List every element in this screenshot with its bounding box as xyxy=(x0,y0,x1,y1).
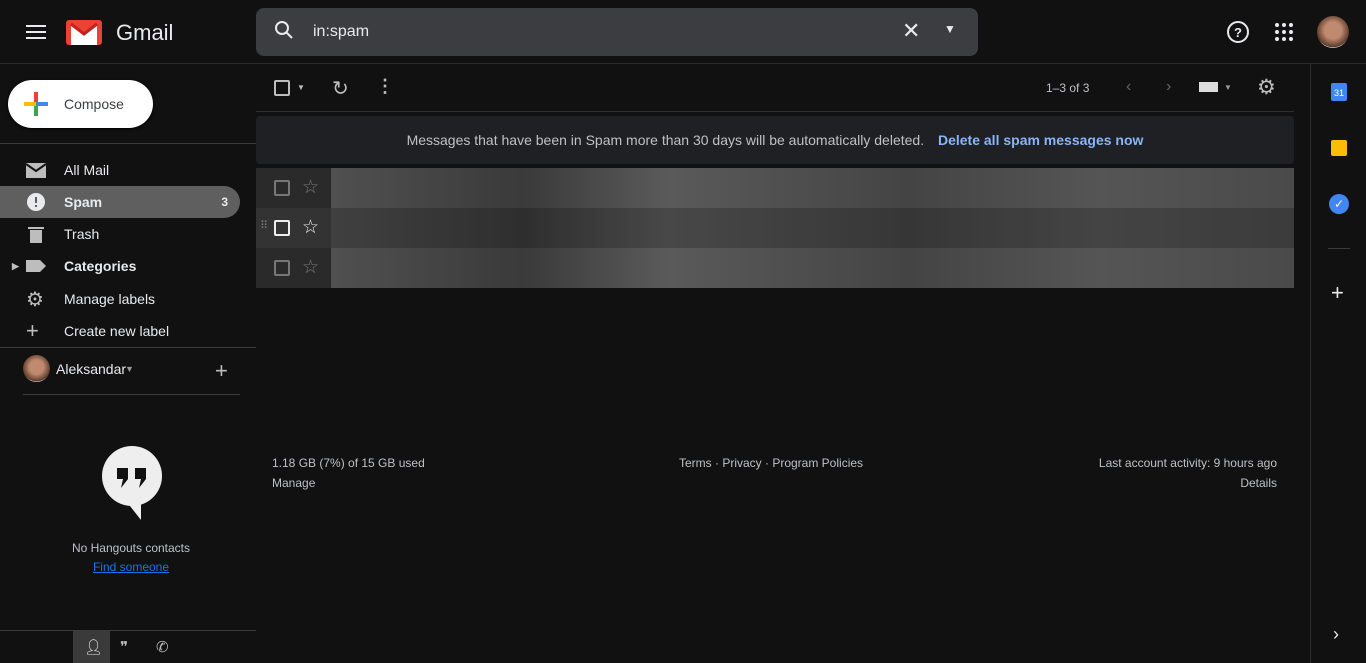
plus-icon xyxy=(24,92,48,116)
compose-label: Compose xyxy=(64,96,124,112)
get-addons-icon[interactable]: + xyxy=(1331,280,1344,306)
policy-links[interactable]: Terms · Privacy · Program Policies xyxy=(679,456,863,470)
conversations-tab-icon[interactable]: ❞ xyxy=(120,638,128,656)
sidebar-item-all-mail[interactable]: All Mail xyxy=(0,154,240,186)
clear-search-icon[interactable]: ✕ xyxy=(902,18,920,44)
sidebar-item-label: Spam xyxy=(64,194,103,210)
top-bar: Gmail in:spam ✕ ▼ ? xyxy=(0,0,1366,64)
email-row[interactable]: ☆ xyxy=(256,168,1294,208)
unread-count: 3 xyxy=(221,195,228,209)
delete-all-spam-link[interactable]: Delete all spam messages now xyxy=(938,132,1143,148)
star-icon[interactable]: ☆ xyxy=(302,176,319,199)
row-checkbox[interactable] xyxy=(274,260,290,276)
row-checkbox[interactable] xyxy=(274,180,290,196)
storage-usage: 1.18 GB (7%) of 15 GB used xyxy=(272,456,425,470)
sidebar-item-manage-labels[interactable]: ⚙ Manage labels xyxy=(0,283,240,315)
banner-text: Messages that have been in Spam more tha… xyxy=(406,132,925,148)
plus-icon: + xyxy=(26,318,39,343)
more-icon[interactable]: ⋮ xyxy=(376,76,394,97)
app-name: Gmail xyxy=(116,20,174,45)
divider xyxy=(0,347,256,348)
side-panel-divider xyxy=(1310,64,1311,663)
select-dropdown-icon[interactable]: ▼ xyxy=(297,83,305,92)
divider xyxy=(1328,248,1350,249)
phone-icon[interactable]: ✆ xyxy=(156,638,169,656)
sidebar-item-create-label[interactable]: + Create new label xyxy=(0,315,240,347)
sidebar-item-label: All Mail xyxy=(64,162,110,178)
email-row[interactable]: ☆ xyxy=(256,248,1294,288)
blurred-message xyxy=(331,168,1294,208)
trash-icon xyxy=(28,227,44,243)
details-link[interactable]: Details xyxy=(1240,476,1277,490)
search-input[interactable]: in:spam xyxy=(313,23,369,41)
sidebar-item-label: Create new label xyxy=(64,323,170,339)
chevron-down-icon[interactable]: ▼ xyxy=(125,364,134,374)
search-icon[interactable] xyxy=(274,20,294,40)
gmail-logo[interactable] xyxy=(66,18,102,49)
sidebar-item-label: Categories xyxy=(64,258,137,274)
person-icon: 👤︎ xyxy=(84,639,104,656)
sidebar-item-spam[interactable]: Spam 3 xyxy=(0,186,240,218)
hangouts-icon xyxy=(102,446,162,520)
settings-gear-icon[interactable]: ⚙ xyxy=(1257,75,1276,100)
expand-panel-icon[interactable]: › xyxy=(1333,624,1339,645)
account-avatar[interactable] xyxy=(1317,16,1349,48)
divider xyxy=(23,394,240,395)
mail-icon xyxy=(26,163,46,178)
star-icon[interactable]: ☆ xyxy=(302,216,319,239)
contacts-tab[interactable]: 👤︎ xyxy=(73,631,110,663)
new-conversation-icon[interactable]: + xyxy=(215,358,228,384)
tasks-icon[interactable]: ✓ xyxy=(1329,194,1349,214)
sidebar-item-label: Manage labels xyxy=(64,291,156,307)
email-row[interactable]: ⠿ ☆ xyxy=(256,208,1294,248)
sidebar-item-label: Trash xyxy=(64,226,100,242)
pagination-text: 1–3 of 3 xyxy=(1046,81,1090,95)
spam-icon xyxy=(27,193,45,211)
manage-storage-link[interactable]: Manage xyxy=(272,476,315,490)
previous-page-icon[interactable]: ‹ xyxy=(1126,78,1131,96)
search-options-icon[interactable]: ▼ xyxy=(944,22,956,36)
refresh-icon[interactable]: ↻ xyxy=(332,76,349,101)
apps-icon[interactable] xyxy=(1275,23,1293,44)
help-icon[interactable]: ? xyxy=(1227,21,1249,43)
drag-handle-icon[interactable]: ⠿ xyxy=(260,219,268,232)
hangouts-user[interactable]: Aleksandar xyxy=(56,361,126,377)
menu-icon[interactable] xyxy=(24,20,48,44)
search-bar[interactable]: in:spam ✕ ▼ xyxy=(256,8,978,56)
keep-icon[interactable] xyxy=(1331,140,1347,156)
select-all-checkbox[interactable] xyxy=(274,80,290,96)
expand-arrow-icon[interactable]: ▶ xyxy=(12,261,19,272)
divider xyxy=(0,143,256,144)
no-contacts-text: No Hangouts contacts xyxy=(71,541,191,555)
compose-button[interactable]: Compose xyxy=(8,80,153,128)
row-checkbox[interactable] xyxy=(274,220,290,236)
blurred-message xyxy=(331,208,1294,248)
input-tools-dropdown-icon[interactable]: ▼ xyxy=(1224,83,1232,92)
next-page-icon[interactable]: › xyxy=(1166,78,1171,96)
divider xyxy=(0,630,256,631)
hangouts-avatar xyxy=(23,355,50,382)
blurred-message xyxy=(331,248,1294,288)
last-activity: Last account activity: 9 hours ago xyxy=(1098,456,1277,470)
star-icon[interactable]: ☆ xyxy=(302,256,319,279)
find-someone-link[interactable]: Find someone xyxy=(0,560,262,574)
gear-icon: ⚙ xyxy=(26,289,44,311)
divider xyxy=(256,111,1294,112)
keyboard-icon[interactable] xyxy=(1199,82,1218,92)
label-icon xyxy=(26,260,46,272)
sidebar-item-categories[interactable]: ▶ Categories xyxy=(0,250,240,282)
calendar-icon[interactable]: 31 xyxy=(1331,83,1347,101)
spam-banner: Messages that have been in Spam more tha… xyxy=(256,116,1294,164)
sidebar-item-trash[interactable]: Trash xyxy=(0,218,240,250)
